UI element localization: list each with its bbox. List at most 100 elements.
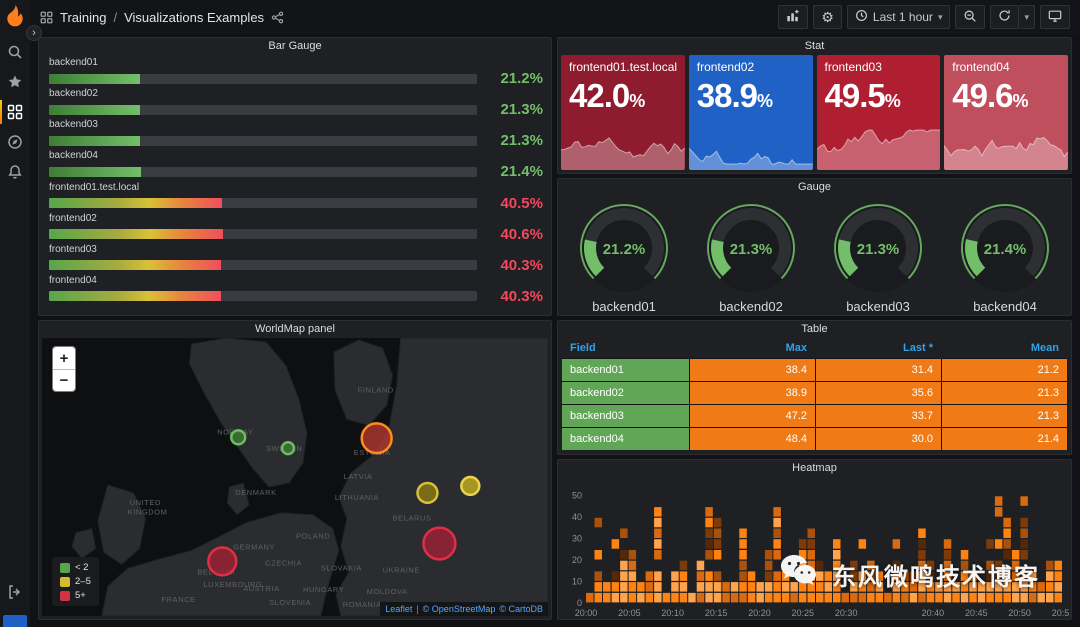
bar-gauge-label: frontend01.test.local	[49, 181, 140, 193]
openstreetmap-link[interactable]: © OpenStreetMap	[423, 604, 496, 614]
bar-gauge-rows: backend01 21.2% backend02 21.3% backend03 21.…	[49, 55, 543, 311]
gear-icon: ⚙	[821, 9, 834, 25]
map-zoom-in-button[interactable]: +	[53, 347, 75, 369]
gauge-dial: 21.3%	[707, 204, 795, 292]
map-data-circle[interactable]	[460, 475, 481, 497]
refresh-interval-button[interactable]: ▾	[1019, 5, 1035, 29]
bar-gauge-fill	[49, 260, 222, 271]
grafana-logo[interactable]	[4, 5, 26, 27]
stat-tile-value: 42.0%	[569, 77, 646, 114]
bar-gauge-value: 21.3%	[500, 132, 543, 150]
gauge-dial: 21.3%	[834, 204, 922, 292]
table-header-field[interactable]: Field	[562, 338, 689, 358]
bar-gauge-value: 21.4%	[500, 163, 543, 181]
gauge-label: backend01	[592, 299, 656, 314]
sidebar-bottom	[0, 577, 30, 627]
time-picker-button[interactable]: Last 1 hour ▾	[846, 5, 951, 29]
sidebar-item-starred[interactable]	[0, 67, 30, 97]
star-icon	[7, 74, 23, 90]
breadcrumb-title[interactable]: Visualizations Examples	[124, 10, 264, 25]
table-header-last[interactable]: Last *	[816, 338, 941, 358]
refresh-button[interactable]	[990, 5, 1020, 29]
sidebar-item-alerting[interactable]	[0, 157, 30, 187]
map-data-circle[interactable]	[416, 481, 439, 505]
table-cell-field: backend03	[562, 405, 689, 427]
bar-gauge-track	[49, 229, 477, 240]
panel-title[interactable]: Heatmap	[558, 460, 1071, 477]
map-country-label: HUNGARY	[303, 585, 344, 594]
panel-title[interactable]: Bar Gauge	[39, 38, 551, 55]
share-icon[interactable]	[271, 11, 284, 24]
sidebar-item-dashboards[interactable]	[0, 97, 30, 127]
panel-title[interactable]: Stat	[558, 38, 1071, 55]
table-cell-mean: 21.3	[942, 405, 1067, 427]
sidebar-item-explore[interactable]	[0, 127, 30, 157]
kiosk-mode-button[interactable]	[1040, 5, 1070, 29]
table-row: backend02 38.9 35.6 21.3	[562, 382, 1067, 404]
map-data-circle[interactable]	[230, 429, 247, 446]
stat-sparkline	[816, 129, 941, 170]
sidebar-item-sign-in[interactable]	[0, 577, 30, 607]
bar-gauge-fill	[49, 291, 222, 302]
map-data-circle[interactable]	[280, 441, 296, 456]
map-data-circle[interactable]	[360, 422, 393, 455]
sidebar-bottom-badge[interactable]	[3, 615, 27, 627]
worldmap-canvas[interactable]: FINLANDNORWAYSWEDENESTONIALATVIALITHUANI…	[42, 338, 548, 616]
panel-title[interactable]: WorldMap panel	[39, 321, 551, 338]
bar-gauge-row: backend01 21.2%	[49, 57, 543, 87]
chevron-down-icon: ▾	[937, 11, 943, 22]
svg-text:20:20: 20:20	[748, 608, 771, 618]
refresh-icon	[998, 9, 1011, 25]
table-cell-last: 33.7	[816, 405, 941, 427]
breadcrumb-folder[interactable]: Training	[60, 10, 106, 25]
table-header-max[interactable]: Max	[690, 338, 815, 358]
map-data-circle[interactable]	[422, 526, 457, 561]
bar-gauge-label: backend04	[49, 150, 98, 162]
svg-text:40: 40	[572, 512, 582, 522]
attribution-separator: |	[416, 604, 419, 614]
map-country-label: MOLDOVA	[367, 587, 408, 596]
table-row: backend03 47.2 33.7 21.3	[562, 405, 1067, 427]
dashboard-settings-button[interactable]: ⚙	[813, 5, 842, 29]
breadcrumb: Training / Visualizations Examples	[40, 10, 284, 25]
panel-stat: Stat frontend01.test.local 42.0% frontend0…	[557, 37, 1072, 174]
add-panel-button[interactable]	[778, 5, 809, 29]
zoom-out-icon	[963, 9, 977, 26]
bar-gauge-fill	[49, 166, 141, 177]
stat-tiles: frontend01.test.local 42.0% frontend02 38.9…	[561, 55, 1068, 170]
table-row: backend01 38.4 31.4 21.2	[562, 359, 1067, 381]
map-country-label: FRANCE	[162, 595, 196, 604]
panel-table: Table Field Max Last * Mean backend01 38.…	[557, 320, 1072, 455]
panel-title[interactable]: Table	[558, 321, 1071, 338]
legend-swatch	[60, 576, 70, 587]
map-country-label: LATVIA	[344, 472, 373, 481]
svg-text:20:50: 20:50	[1008, 608, 1031, 618]
bar-gauge-value: 40.5%	[500, 194, 543, 212]
leaflet-link[interactable]: Leaflet	[385, 604, 412, 614]
table: Field Max Last * Mean backend01 38.4 31.4 2…	[562, 338, 1067, 450]
panel-title[interactable]: Gauge	[558, 179, 1071, 196]
bar-gauge-fill	[49, 73, 140, 84]
table-cell-last: 31.4	[816, 359, 941, 381]
sidebar-item-search[interactable]	[0, 37, 30, 67]
table-header-mean[interactable]: Mean	[942, 338, 1067, 358]
legend-label: < 2	[75, 562, 89, 573]
gauge-label: backend02	[719, 299, 783, 314]
sidebar-expand-toggle[interactable]: ›	[26, 25, 42, 41]
cartodb-link[interactable]: © CartoDB	[499, 604, 543, 614]
legend-swatch	[60, 590, 70, 601]
time-range-label: Last 1 hour	[872, 10, 933, 24]
bar-gauge-label: frontend04	[49, 274, 97, 286]
bar-gauge-track	[49, 73, 477, 84]
main-area: Training / Visualizations Examples ⚙ Las…	[30, 0, 1080, 627]
zoom-out-button[interactable]	[955, 5, 986, 29]
dashboard-grid-icon[interactable]	[40, 11, 53, 24]
map-data-circle[interactable]	[207, 546, 238, 577]
stat-tile-label: frontend03	[824, 60, 882, 74]
table-cell-mean: 21.3	[942, 382, 1067, 404]
svg-text:21.3%: 21.3%	[857, 241, 900, 258]
gauge: 21.3% backend03	[817, 196, 939, 314]
svg-text:20:10: 20:10	[661, 608, 684, 618]
map-zoom-out-button[interactable]: −	[53, 369, 75, 391]
map-country-label: ROMANIA	[343, 600, 382, 609]
